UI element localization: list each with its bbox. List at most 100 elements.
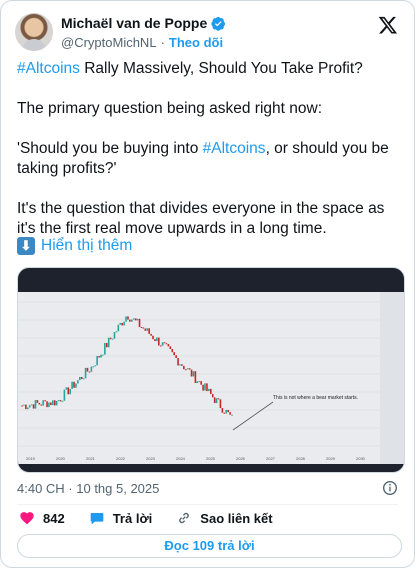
- candle: [229, 412, 231, 415]
- x-axis-label: 2019: [26, 456, 36, 461]
- candle: [211, 393, 214, 398]
- reply-bubble-icon: [90, 513, 104, 525]
- x-axis-label: 2025: [206, 456, 216, 461]
- x-axis-label: 2027: [266, 456, 276, 461]
- candle: [40, 404, 43, 406]
- candle: [65, 387, 68, 390]
- author-handle[interactable]: @CryptoMichNL: [61, 35, 157, 50]
- author-name[interactable]: Michaël van de Poppe: [61, 15, 207, 31]
- copy-link-button[interactable]: Sao liên kết: [176, 510, 273, 526]
- candle: [221, 408, 224, 413]
- candle: [63, 389, 66, 401]
- candle: [194, 371, 197, 384]
- candle: [183, 365, 185, 370]
- like-button[interactable]: 842: [19, 510, 65, 526]
- candle: [53, 400, 56, 406]
- tweet-paragraph: It's the question that divides everyone …: [17, 200, 385, 237]
- candle: [144, 328, 147, 331]
- candle: [92, 366, 95, 368]
- author-name-row[interactable]: Michaël van de Poppe: [61, 15, 226, 31]
- candle: [21, 405, 23, 407]
- candle: [23, 404, 25, 406]
- reply-label: Trả lời: [112, 510, 153, 526]
- x-axis-label: 2020: [56, 456, 66, 461]
- reply-button[interactable]: Trả lời: [89, 510, 153, 526]
- candle: [188, 368, 191, 370]
- candle: [200, 381, 202, 385]
- candle: [104, 342, 106, 355]
- candle: [90, 366, 93, 372]
- candle: [134, 318, 137, 321]
- candle: [127, 316, 129, 320]
- x-logo-icon[interactable]: [378, 15, 398, 35]
- candle: [171, 349, 174, 353]
- chart-background: [18, 268, 404, 472]
- candle: [163, 342, 166, 344]
- separator: ·: [160, 35, 165, 50]
- tweet-paragraph: The primary question being asked right n…: [17, 100, 322, 117]
- candle: [140, 327, 143, 329]
- candle: [198, 381, 201, 383]
- candle: [177, 358, 179, 366]
- candle: [107, 337, 110, 348]
- candle: [125, 316, 127, 322]
- candle: [80, 376, 83, 380]
- tweet-paragraph: 'Should you be buying into #Altcoins, or…: [17, 139, 405, 179]
- author-handle-row: @CryptoMichNL · Theo dõi: [61, 35, 223, 50]
- candle: [121, 322, 123, 326]
- x-axis-label: 2023: [146, 456, 156, 461]
- candle: [159, 345, 162, 347]
- divider: [17, 504, 398, 505]
- candle: [30, 404, 33, 406]
- candle: [57, 400, 60, 402]
- candle: [71, 381, 73, 389]
- candle: [52, 400, 54, 406]
- candle: [94, 365, 97, 367]
- candle: [184, 369, 187, 371]
- heart-icon: [20, 512, 34, 525]
- x-axis-label: 2022: [116, 456, 126, 461]
- candle: [210, 388, 212, 394]
- candle: [78, 376, 81, 381]
- follow-button[interactable]: Theo dõi: [169, 35, 223, 50]
- candle: [152, 335, 154, 340]
- candle: [100, 354, 102, 358]
- candle: [157, 337, 160, 346]
- candle: [186, 368, 189, 370]
- avatar[interactable]: [15, 13, 53, 51]
- candle: [38, 402, 41, 405]
- candle: [88, 371, 91, 373]
- candle: [119, 322, 122, 325]
- copy-link-label: Sao liên kết: [200, 510, 273, 526]
- candle: [44, 400, 46, 402]
- x-axis-label: 2028: [296, 456, 306, 461]
- info-icon[interactable]: [382, 480, 398, 496]
- timestamp[interactable]: 4:40 CH · 10 thg 5, 2025: [17, 481, 159, 496]
- candle: [165, 343, 168, 345]
- candle: [102, 354, 104, 356]
- link-icon: [179, 512, 190, 524]
- candle: [50, 402, 52, 406]
- hashtag-link[interactable]: #Altcoins: [203, 140, 266, 157]
- candle: [181, 364, 183, 366]
- x-axis-label: 2029: [326, 456, 336, 461]
- chart-top-panel: [18, 268, 404, 292]
- hashtag-link[interactable]: #Altcoins: [17, 60, 80, 77]
- candle: [42, 400, 44, 406]
- candle: [26, 407, 29, 410]
- candle: [111, 338, 114, 340]
- candle: [46, 401, 48, 408]
- candle: [132, 318, 135, 320]
- like-count: 842: [43, 510, 65, 526]
- verified-badge-icon: [211, 16, 226, 31]
- show-more-link[interactable]: ⬇ Hiển thị thêm: [17, 237, 132, 255]
- candle: [131, 319, 133, 322]
- candle: [179, 364, 181, 366]
- candle: [190, 369, 193, 377]
- candle: [154, 339, 156, 342]
- candle: [192, 371, 195, 377]
- read-replies-button[interactable]: Đọc 109 trả lời: [17, 534, 402, 558]
- chart-bottom-bar: [18, 464, 404, 472]
- candle: [67, 387, 70, 395]
- chart-image[interactable]: This is not where a bear market starts. …: [17, 267, 405, 473]
